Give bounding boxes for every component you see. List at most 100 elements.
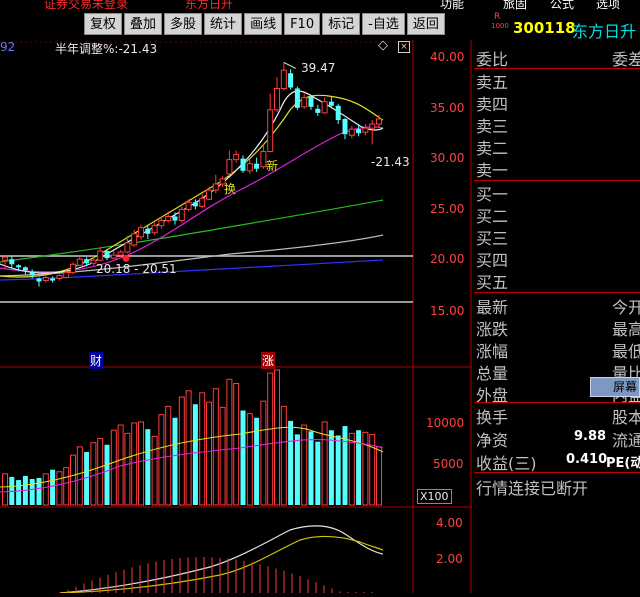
back-button[interactable]: 返回 (406, 13, 445, 35)
adjust-label: -21.43 (371, 155, 410, 169)
volume-bar (90, 442, 97, 506)
volume-bar (260, 400, 267, 506)
mark-button[interactable]: 标记 (322, 13, 361, 35)
volume-bar (76, 446, 83, 506)
ask-4: 卖四 (476, 95, 509, 114)
close-icon[interactable]: × (398, 41, 410, 53)
candle-body (206, 189, 212, 200)
low-range-label: 20.18 - 20.51 (96, 262, 177, 276)
volume-axis-label: 10000 (426, 416, 465, 430)
login-status[interactable]: 证券交易未登录 (44, 0, 128, 12)
volume-bar (362, 431, 369, 506)
candle-body (124, 242, 131, 253)
volume-bar (280, 405, 287, 506)
kline-chart-area[interactable]: 92 半年调整%:-21.43 ◇ × 39.47 20.18 - 20.51 … (0, 38, 472, 594)
event-marker-cai[interactable]: 财 (89, 352, 104, 369)
volume-bar (172, 417, 178, 505)
volume-bar (274, 369, 280, 506)
candle-body (308, 96, 314, 107)
diamond-icon[interactable]: ◇ (378, 38, 388, 53)
event-marker-zhang[interactable]: 涨 (261, 352, 276, 369)
low-marker-dot (122, 254, 130, 262)
menu-formula[interactable]: 公式 (550, 0, 574, 12)
restore-rights-button[interactable]: 复权 (84, 13, 123, 35)
candle-body (76, 258, 83, 266)
candle-body (274, 87, 280, 111)
candle-body (315, 108, 321, 113)
volume-bar (335, 435, 341, 505)
candle-body (145, 228, 151, 234)
marker-huan: 换 (224, 182, 237, 196)
volume-bar (301, 424, 308, 506)
fin-net-assets: 净资 (476, 431, 509, 450)
candle-body (356, 129, 362, 134)
candle-body (9, 259, 15, 265)
candle-body (369, 123, 376, 129)
screen-popup[interactable]: 屏幕 (590, 377, 640, 397)
menu-options[interactable]: 选项 (596, 0, 620, 12)
volume-bar (70, 454, 76, 506)
order-diff-label: 委差 (612, 50, 640, 69)
high-label: 39.47 (301, 61, 336, 75)
overlay-button[interactable]: 叠加 (124, 13, 163, 35)
volume-bar (226, 378, 233, 506)
draw-line-button[interactable]: 画线 (244, 13, 283, 35)
candle-body (165, 216, 172, 222)
candle-body (342, 118, 348, 135)
volume-bar (2, 473, 8, 506)
left-value: 92 (0, 40, 16, 54)
volume-bar (138, 421, 144, 506)
bid-5: 买五 (476, 273, 509, 292)
volume-bar (356, 430, 362, 505)
candle-body (63, 271, 70, 278)
candle-body (70, 263, 76, 273)
volume-bar (104, 444, 110, 505)
candle-body (151, 225, 158, 234)
stat-open: 今开 (612, 298, 640, 317)
bid-1: 买一 (476, 185, 509, 204)
order-ratio-label: 委比 (476, 50, 509, 69)
volume-bar (145, 429, 151, 505)
bid-2: 买二 (476, 207, 509, 226)
volume-bar (63, 467, 70, 506)
chart-title: 半年调整%:-21.43 (55, 42, 158, 56)
stat-latest: 最新 (476, 298, 509, 317)
candle-body (84, 259, 90, 264)
candle-body (226, 159, 233, 175)
fin-float: 流通 (612, 431, 640, 450)
fin-shares: 股本 (612, 408, 640, 427)
price-axis-label: 20.00 (430, 252, 465, 266)
candle-body (192, 202, 198, 207)
watchlist-button[interactable]: -自选 (362, 13, 405, 35)
candle-body (138, 227, 144, 238)
volume-bar (308, 431, 314, 505)
stat-change-pct: 涨幅 (476, 342, 509, 361)
ask-5: 卖五 (476, 73, 509, 92)
volume-unit-label: X100 (417, 489, 452, 504)
volume-bar (192, 404, 198, 505)
volume-bar (124, 432, 131, 506)
statistics-button[interactable]: 统计 (204, 13, 243, 35)
menu-functions[interactable]: 功能 (440, 0, 464, 12)
multi-stock-button[interactable]: 多股 (164, 13, 203, 35)
ma-line-yellow (0, 94, 384, 278)
menu-browse[interactable]: 旅固 (503, 0, 527, 12)
candle-body (212, 183, 219, 191)
volume-bar (206, 401, 212, 506)
candle-body (158, 220, 165, 227)
high-pointer (283, 61, 297, 69)
top-menu-bar: 证券交易未登录 东方日升 功能 旅固 公式 选项 (0, 0, 640, 12)
volume-bar (36, 478, 42, 505)
candle-body (110, 254, 117, 259)
candle-body (22, 267, 28, 271)
f10-button[interactable]: F10 (284, 13, 321, 35)
macd-axis-label: 4.00 (436, 516, 463, 530)
candle-body (117, 251, 124, 256)
fin-eps: 收益(三) (476, 454, 537, 473)
volume-bar (158, 414, 165, 506)
volume-bar (131, 422, 138, 506)
stock-code: 300118 (513, 19, 576, 37)
stock-name: 东方日升 (572, 22, 637, 41)
current-stock-title: 东方日升 (185, 0, 234, 11)
connection-status: 行情连接已断开 (476, 479, 589, 498)
